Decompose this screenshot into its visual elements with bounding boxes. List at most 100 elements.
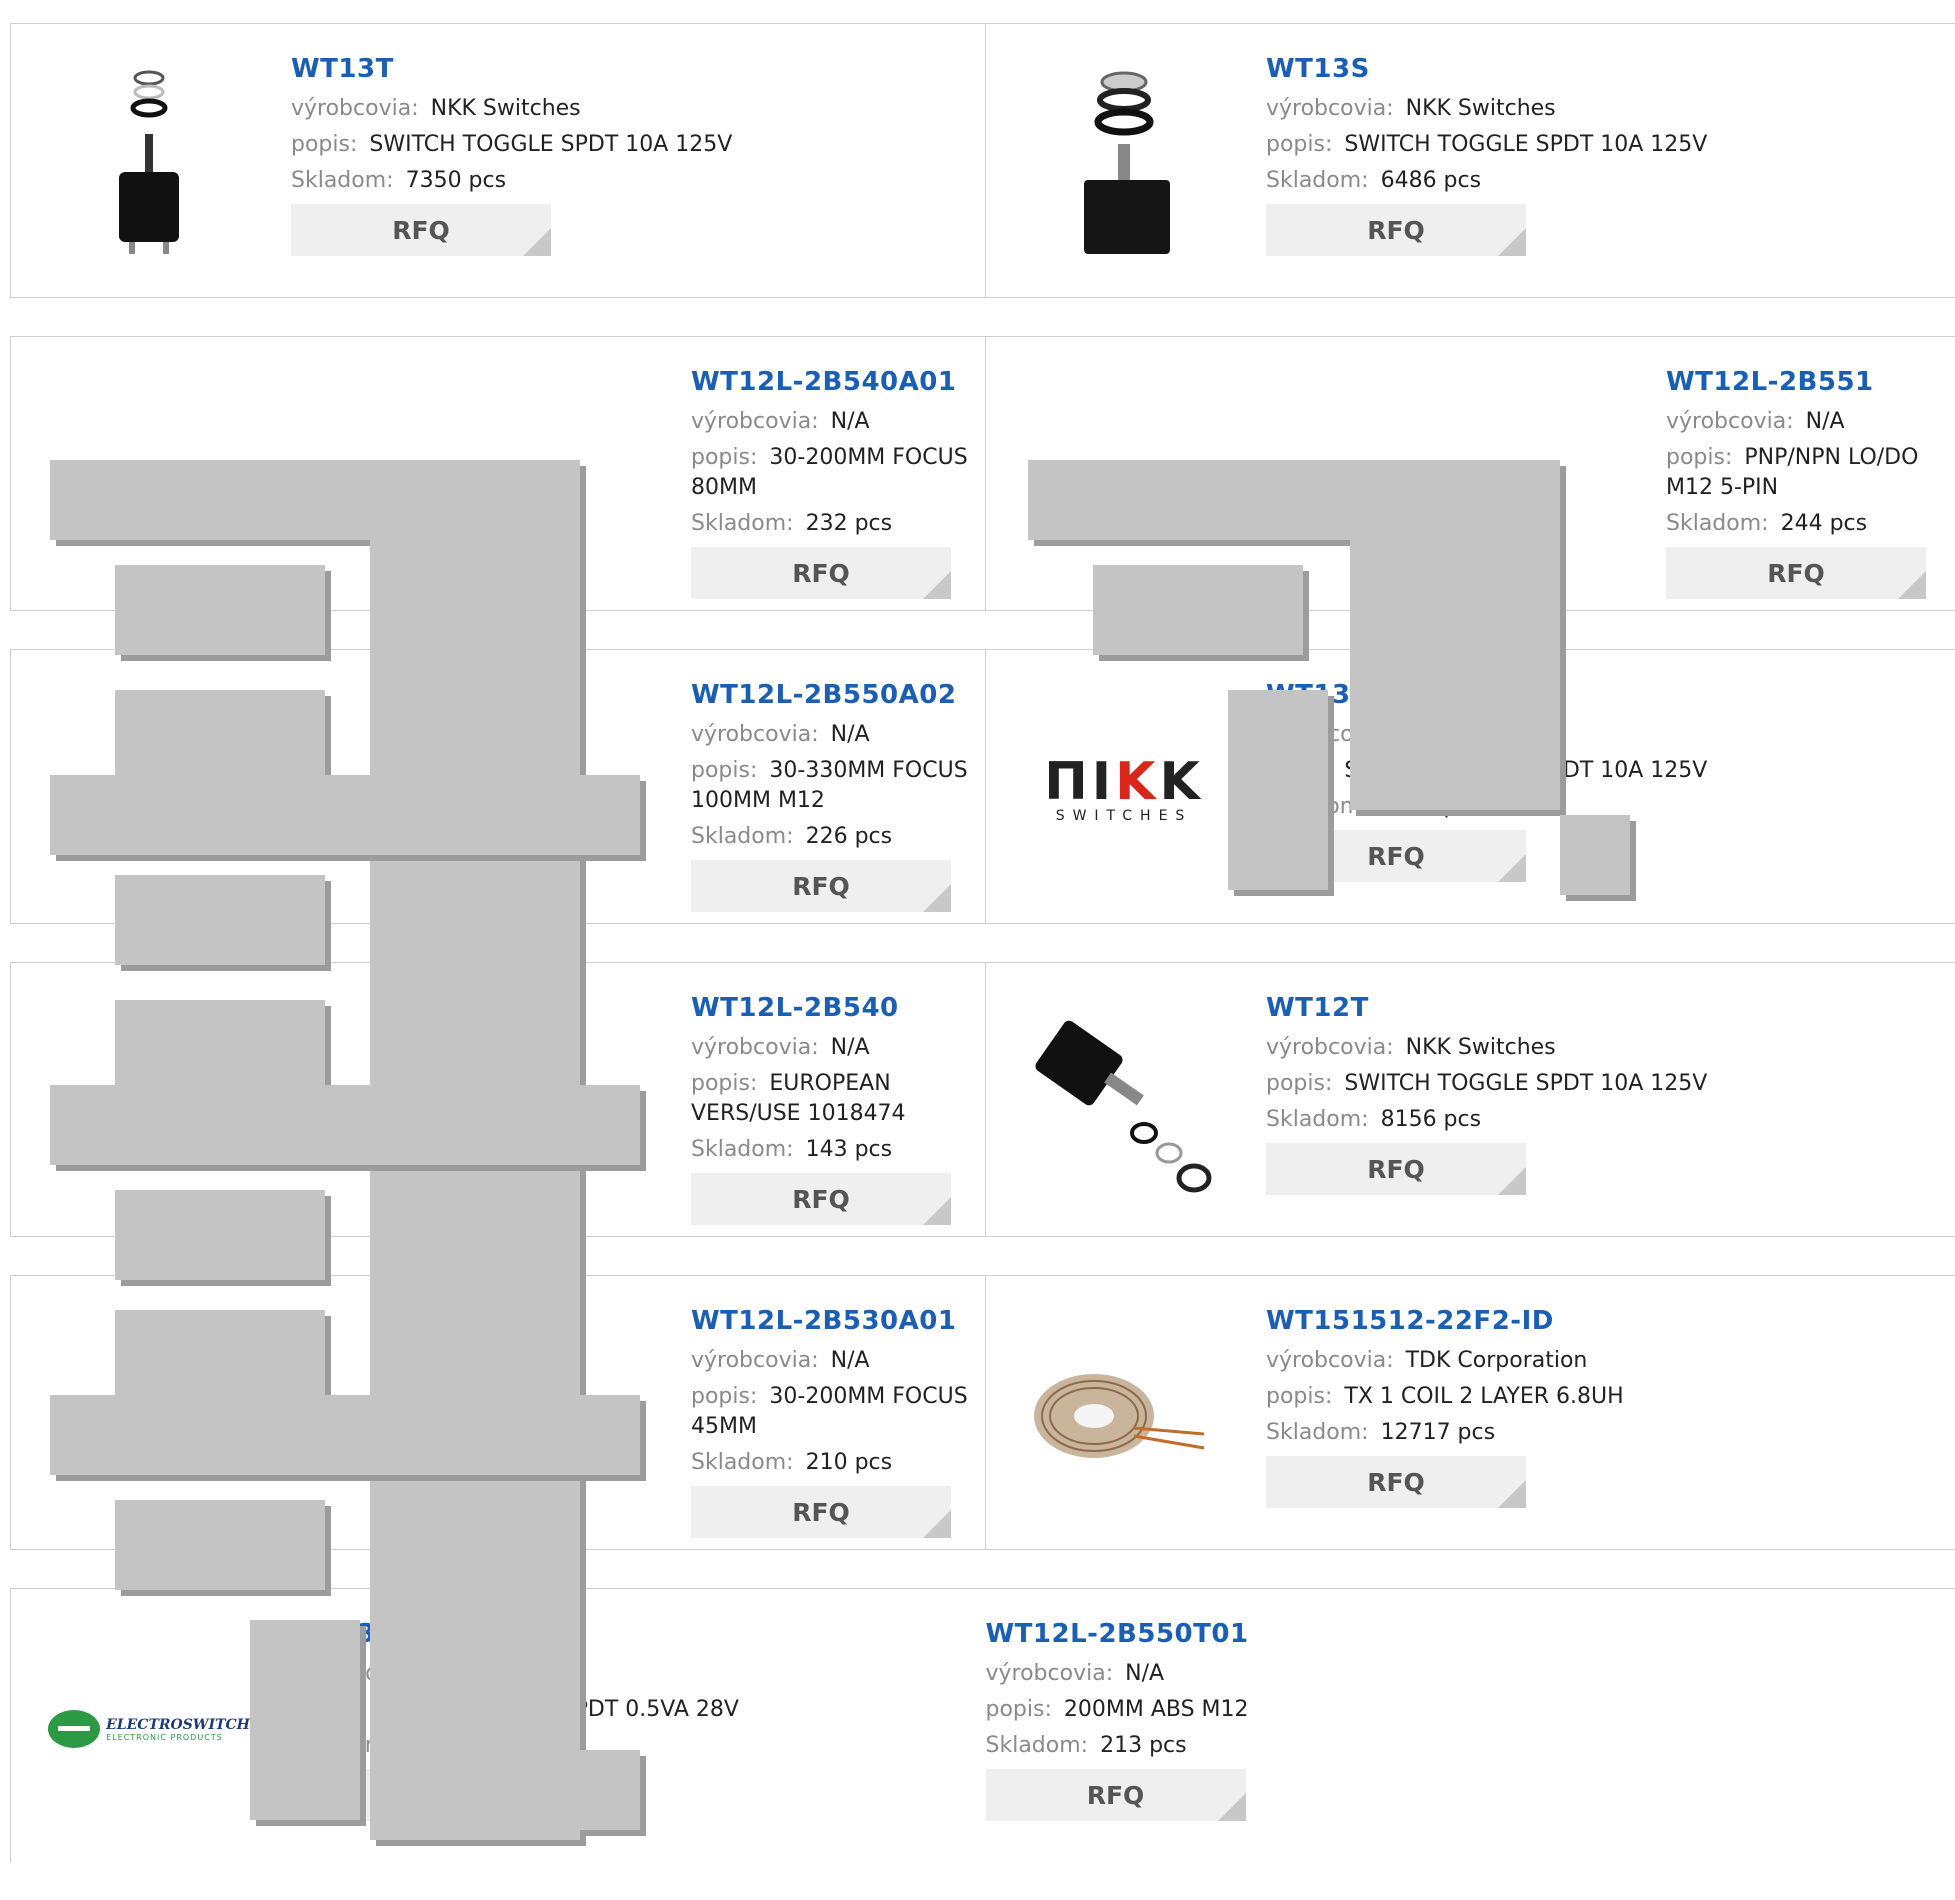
part-number-link[interactable]: WT151512-22F2-ID [1266, 1304, 1926, 1338]
manufacturer-line: výrobcovia:NKK Switches [1266, 1033, 1926, 1063]
product-info: WT151512-22F2-ID výrobcovia:TDK Corporat… [1266, 1304, 1926, 1508]
stock-label: Skladom: [986, 1733, 1089, 1758]
stock-value: 12717 pcs [1381, 1420, 1496, 1445]
manufacturer-line: výrobcovia:TDK Corporation [1266, 1346, 1926, 1376]
rfq-button[interactable]: RFQ [1266, 204, 1526, 256]
manufacturer-label: výrobcovia: [691, 1035, 819, 1060]
stock-value: 3783 pcs [1381, 794, 1482, 819]
manufacturer-value: N/A [831, 1348, 870, 1373]
rfq-button[interactable]: RFQ [691, 1486, 951, 1538]
rfq-button[interactable]: RFQ [691, 547, 951, 599]
rfq-button[interactable]: RFQ [691, 860, 951, 912]
stock-value: 213 pcs [1100, 1733, 1187, 1758]
stock-value: 210 pcs [806, 1450, 893, 1475]
description-label: popis: [691, 1384, 757, 1409]
part-number-link[interactable]: WT13S [1266, 52, 1926, 86]
manufacturer-value: NKK Switches [1406, 1035, 1556, 1060]
description-line: popis:30-200MM FOCUS 45MM [691, 1382, 981, 1442]
product-image[interactable] [1024, 64, 1224, 264]
product-card: WT12L-2B540 výrobcovia:N/A popis:EUROPEA… [11, 963, 986, 1236]
description-line: popis:30-200MM FOCUS 80MM [691, 443, 981, 503]
product-image[interactable]: ELECTROSWITCH ELECTRONIC PRODUCTS [49, 1629, 249, 1829]
stock-label: Skladom: [1666, 511, 1769, 536]
toggle-switch-icon [1024, 1003, 1224, 1203]
manufacturer-line: výrobcovia: N/A [691, 1346, 981, 1376]
product-card: WT12L-2B551 výrobcovia:N/A popis:PNP/NPN… [986, 337, 1955, 610]
stock-label: Skladom: [691, 1137, 794, 1162]
product-row: WT12L-2B530A01 výrobcovia: N/A popis:30-2… [10, 1275, 1955, 1550]
manufacturer-line: výrobcovia:N/A [691, 1033, 981, 1063]
description-line: popis:EUROPEAN VERS/USE 1018474 [691, 1069, 981, 1129]
manufacturer-value: Electroswitch [431, 1661, 578, 1686]
stock-line: Skladom:7350 pcs [291, 166, 951, 196]
description-line: popis:PNP/NPN LO/DO M12 5-PIN [1666, 443, 1955, 503]
product-info: WT131S1D1AB výrobcovia:Electroswitch pop… [291, 1617, 951, 1821]
stock-line: Skladom: 12717 pcs [1266, 1418, 1926, 1448]
product-image[interactable] [1024, 1003, 1224, 1203]
description-value: SWITCH TOGGLE SPDT 10A 125V [1344, 132, 1707, 157]
stock-line: Skladom:8156 pcs [1266, 1105, 1926, 1135]
product-info: WT13T výrobcovia:NKK Switches popis:SWIT… [291, 52, 951, 256]
manufacturer-value: NKK Switches [1406, 96, 1556, 121]
stock-label: Skladom: [1266, 1420, 1369, 1445]
part-number-link[interactable]: WT12L-2B551 [1666, 365, 1955, 399]
stock-label: Skladom: [691, 824, 794, 849]
rfq-button[interactable]: RFQ [691, 1173, 951, 1225]
manufacturer-value: N/A [1806, 409, 1845, 434]
product-card: WT13T výrobcovia:NKK Switches popis:SWIT… [11, 24, 986, 297]
part-number-link[interactable]: WT12L-2B550A02 [691, 678, 981, 712]
product-image[interactable]: ΠIKK SWITCHES [1024, 690, 1224, 890]
part-number-link[interactable]: WT12L-2B540A01 [691, 365, 981, 399]
stock-line: Skladom:143 pcs [691, 1135, 981, 1165]
stock-value: 226 pcs [806, 824, 893, 849]
part-number-link[interactable]: WT13T [291, 52, 951, 86]
manufacturer-line: výrobcovia:N/A [986, 1659, 1646, 1689]
description-value: 200MM ABS M12 [1064, 1697, 1249, 1722]
product-row: WT13T výrobcovia: NKK Switches popis: SWIT… [10, 23, 1955, 298]
stock-label: Skladom: [1266, 794, 1369, 819]
manufacturer-label: výrobcovia: [1266, 1348, 1394, 1373]
part-number-link[interactable]: WT12T [1266, 991, 1926, 1025]
rfq-button[interactable]: RFQ [1266, 830, 1526, 882]
product-card: WT151512-22F2-ID výrobcovia:TDK Corporat… [986, 1276, 1955, 1549]
description-label: popis: [691, 445, 757, 470]
product-info: WT12L-2B550A02 výrobcovia:N/A popis:30-3… [691, 678, 981, 912]
toggle-switch-icon [1054, 64, 1194, 264]
product-card: WT12T výrobcovia:NKK Switches popis:SWIT… [986, 963, 1955, 1236]
rfq-button[interactable]: RFQ [1266, 1456, 1526, 1508]
coil-icon [1024, 1316, 1224, 1516]
rfq-button[interactable]: RFQ [986, 1769, 1246, 1821]
stock-line: Skladom:232 pcs [691, 509, 981, 539]
manufacturer-label: výrobcovia: [691, 1348, 819, 1373]
description-line: popis:200MM ABS M12 [986, 1695, 1646, 1725]
description-label: popis: [291, 1697, 357, 1722]
rfq-button[interactable]: RFQ [291, 1769, 551, 1821]
product-info: WT13L výrobcovia:NKK Switches popis:SWIT… [1266, 678, 1926, 882]
manufacturer-value: NKK Switches [1406, 722, 1556, 747]
manufacturer-label: výrobcovia: [1266, 96, 1394, 121]
product-card: WT12L-2B550A02 výrobcovia:N/A popis:30-3… [11, 650, 986, 923]
stock-label: Skladom: [291, 168, 394, 193]
rfq-button[interactable]: RFQ [1666, 547, 1926, 599]
part-number-link[interactable]: WT13L [1266, 678, 1926, 712]
part-number-link[interactable]: WT131S1D1AB [291, 1617, 951, 1651]
rfq-button[interactable]: RFQ [1266, 1143, 1526, 1195]
part-number-link[interactable]: WT12L-2B530A01 [691, 1304, 981, 1338]
product-image[interactable] [49, 64, 249, 264]
part-number-link[interactable]: WT12L-2B540 [691, 991, 981, 1025]
product-image[interactable] [1024, 1316, 1224, 1516]
description-value: SWITCH TOGGLE SPDT 0.5VA 28V [369, 1697, 739, 1722]
description-label: popis: [291, 132, 357, 157]
description-label: popis: [1266, 758, 1332, 783]
description-value: TX 1 COIL 2 LAYER 6.8UH [1344, 1384, 1623, 1409]
description-line: popis:SWITCH TOGGLE SPDT 10A 125V [1266, 756, 1926, 786]
electroswitch-logo: ELECTROSWITCH ELECTRONIC PRODUCTS [48, 1710, 250, 1748]
stock-label: Skladom: [291, 1733, 394, 1758]
rfq-button[interactable]: RFQ [291, 204, 551, 256]
stock-value: 8156 pcs [1381, 1107, 1482, 1132]
part-number-link[interactable]: WT12L-2B550T01 [986, 1617, 1646, 1651]
product-info: WT12L-2B540A01 výrobcovia:N/A popis:30-2… [691, 365, 981, 599]
description-line: popis: SWITCH TOGGLE SPDT 0.5VA 28V [291, 1695, 951, 1725]
description-line: popis:SWITCH TOGGLE SPDT 10A 125V [1266, 1069, 1926, 1099]
product-card: WT12L-2B540A01 výrobcovia:N/A popis:30-2… [11, 337, 986, 610]
